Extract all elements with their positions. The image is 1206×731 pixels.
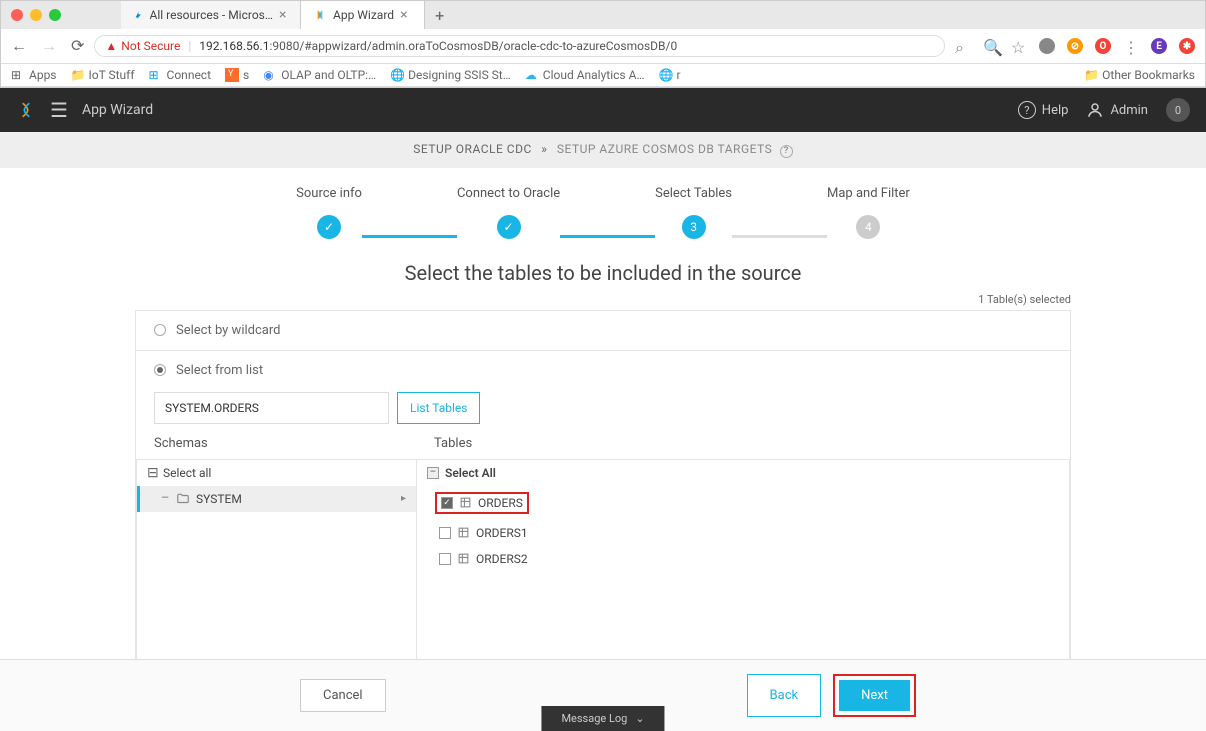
notification-badge[interactable]: 0 bbox=[1166, 98, 1190, 122]
check-icon bbox=[497, 215, 521, 239]
extension-icon[interactable]: ⊘ bbox=[1067, 38, 1083, 54]
close-icon[interactable]: × bbox=[400, 7, 412, 23]
table-icon bbox=[457, 526, 470, 539]
extension-icon[interactable]: ✱ bbox=[1179, 38, 1195, 54]
radio-icon[interactable] bbox=[154, 364, 166, 376]
select-from-list-option[interactable]: Select from list bbox=[136, 351, 1070, 382]
window-close-icon[interactable] bbox=[11, 9, 23, 21]
select-all-schemas[interactable]: ⊟ Select all bbox=[137, 460, 416, 486]
select-all-tables[interactable]: Select All bbox=[417, 460, 1069, 486]
chevron-right-icon: ▸ bbox=[401, 493, 406, 504]
step-select-tables[interactable]: Select Tables 3 bbox=[655, 186, 732, 239]
help-button[interactable]: ?Help bbox=[1018, 101, 1069, 119]
url-path: :9080/#appwizard/admin.oraToCosmosDB/ora… bbox=[269, 39, 677, 53]
table-item-orders1[interactable]: ORDERS1 bbox=[417, 520, 1069, 546]
bookmark-s[interactable]: Ys bbox=[225, 68, 249, 82]
profile-icon[interactable]: E bbox=[1151, 38, 1167, 54]
breadcrumb-step2[interactable]: SETUP AZURE COSMOS DB TARGETS bbox=[557, 142, 772, 156]
app-title: App Wizard bbox=[82, 102, 1004, 118]
extension-icon[interactable]: ⋮ bbox=[1123, 38, 1139, 54]
browser-tab-appwizard[interactable]: App Wizard × bbox=[301, 1, 425, 29]
new-tab-button[interactable]: + bbox=[425, 2, 454, 29]
wizard-stepper: Source info Connect to Oracle Select Tab… bbox=[0, 168, 1206, 249]
cancel-button[interactable]: Cancel bbox=[300, 679, 386, 712]
selection-count: 1 Table(s) selected bbox=[0, 293, 1206, 306]
extension-icon[interactable] bbox=[1039, 38, 1055, 54]
bookmark-r[interactable]: 🌐r bbox=[658, 68, 680, 82]
bookmark-folder-iot[interactable]: 📁IoT Stuff bbox=[71, 68, 135, 82]
schema-item-system[interactable]: — SYSTEM ▸ bbox=[137, 486, 416, 512]
key-icon[interactable]: ⌕ bbox=[955, 38, 971, 54]
zoom-icon[interactable]: 🔍 bbox=[983, 38, 999, 54]
step-map-filter: Map and Filter 4 bbox=[827, 186, 910, 239]
browser-tab-azure[interactable]: All resources - Microsoft Azure × bbox=[121, 1, 301, 29]
page-heading: Select the tables to be included in the … bbox=[0, 261, 1206, 285]
chevron-down-icon: ⌄ bbox=[635, 712, 644, 725]
help-icon[interactable]: ? bbox=[780, 145, 793, 158]
striim-favicon bbox=[313, 8, 327, 22]
table-icon bbox=[457, 552, 470, 565]
close-icon[interactable]: × bbox=[279, 7, 288, 23]
schemas-header: Schemas bbox=[136, 436, 416, 459]
window-maximize-icon[interactable] bbox=[49, 9, 61, 21]
url-bar[interactable]: ▲ Not Secure | 192.168.56.1:9080/#appwiz… bbox=[94, 35, 945, 57]
collapse-icon[interactable]: ⊟ bbox=[147, 468, 157, 478]
select-by-wildcard-option[interactable]: Select by wildcard bbox=[136, 311, 1070, 351]
bookmark-ssis[interactable]: 🌐Designing SSIS St… bbox=[390, 68, 511, 82]
step-source-info[interactable]: Source info bbox=[296, 186, 362, 239]
list-tables-button[interactable]: List Tables bbox=[397, 392, 480, 424]
radio-icon[interactable] bbox=[154, 324, 166, 336]
menu-icon[interactable]: ☰ bbox=[50, 98, 68, 122]
checkbox-icon[interactable] bbox=[439, 553, 451, 565]
security-indicator[interactable]: ▲ Not Secure bbox=[105, 39, 180, 53]
striim-logo-icon[interactable] bbox=[16, 100, 36, 120]
check-icon bbox=[317, 215, 341, 239]
extension-icon[interactable]: O bbox=[1095, 38, 1111, 54]
bookmark-cloud[interactable]: ☁Cloud Analytics A… bbox=[525, 68, 645, 82]
tab-title: All resources - Microsoft Azure bbox=[150, 8, 273, 22]
bookmark-apps[interactable]: ⊞Apps bbox=[11, 68, 57, 82]
table-item-orders[interactable]: ORDERS bbox=[417, 486, 1069, 520]
admin-button[interactable]: Admin bbox=[1086, 101, 1148, 119]
table-filter-input[interactable] bbox=[154, 392, 389, 424]
table-icon bbox=[459, 496, 472, 509]
star-icon[interactable]: ☆ bbox=[1011, 38, 1027, 54]
bookmark-olap[interactable]: ◉OLAP and OLTP:… bbox=[263, 68, 376, 82]
table-item-orders2[interactable]: ORDERS2 bbox=[417, 546, 1069, 572]
checkbox-icon[interactable] bbox=[439, 527, 451, 539]
bookmark-connect[interactable]: ⊞Connect bbox=[149, 68, 211, 82]
reload-icon[interactable]: ⟳ bbox=[71, 36, 84, 56]
breadcrumb: SETUP ORACLE CDC » SETUP AZURE COSMOS DB… bbox=[0, 132, 1206, 168]
tables-header: Tables bbox=[416, 436, 1070, 459]
bookmark-other[interactable]: 📁Other Bookmarks bbox=[1084, 68, 1195, 82]
checkbox-partial-icon[interactable] bbox=[427, 467, 439, 479]
back-icon[interactable]: ← bbox=[11, 36, 27, 56]
window-minimize-icon[interactable] bbox=[30, 9, 42, 21]
message-log-toggle[interactable]: Message Log ⌄ bbox=[541, 706, 664, 731]
folder-icon bbox=[176, 492, 190, 506]
url-host: 192.168.56.1 bbox=[199, 39, 269, 53]
checkbox-checked-icon[interactable] bbox=[441, 497, 453, 509]
next-button[interactable]: Next bbox=[839, 680, 910, 711]
collapse-icon[interactable]: — bbox=[160, 494, 170, 504]
breadcrumb-step1[interactable]: SETUP ORACLE CDC bbox=[413, 142, 532, 156]
azure-favicon bbox=[133, 8, 144, 22]
tab-title: App Wizard bbox=[333, 8, 394, 22]
step-connect-oracle[interactable]: Connect to Oracle bbox=[457, 186, 560, 239]
back-button[interactable]: Back bbox=[747, 674, 822, 717]
forward-icon[interactable]: → bbox=[41, 36, 57, 56]
